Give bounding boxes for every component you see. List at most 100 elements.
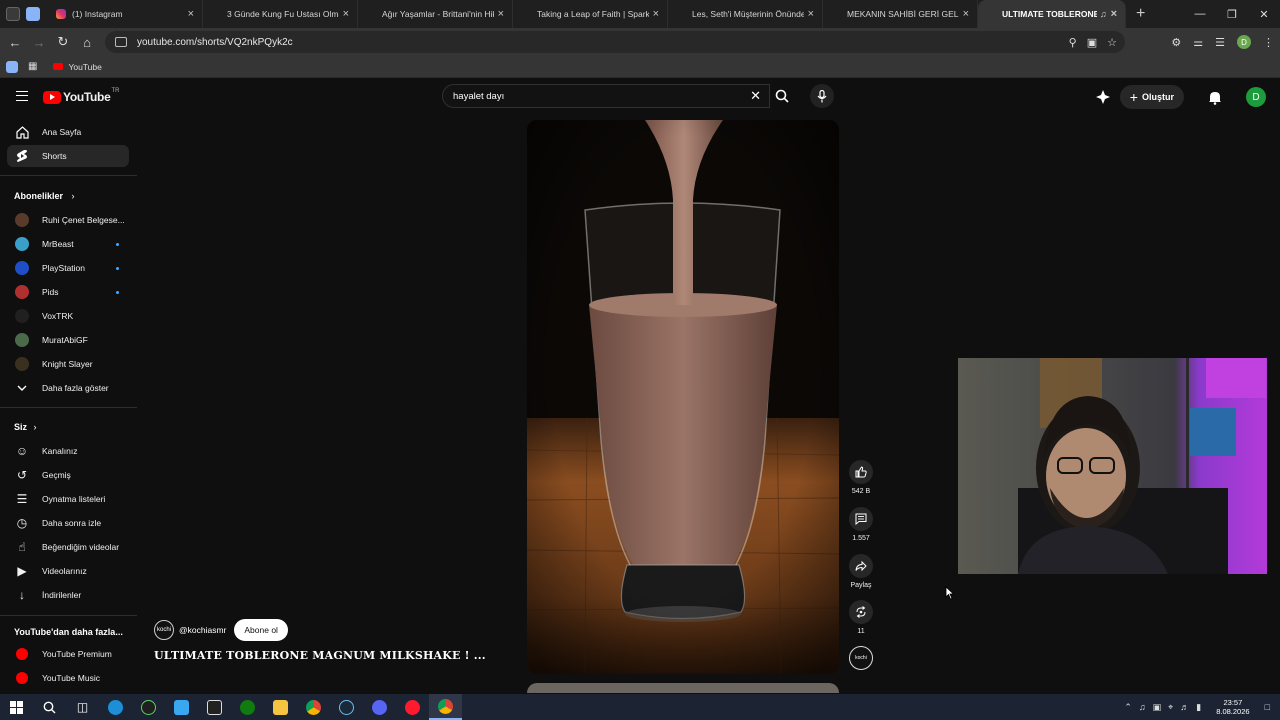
- sidebar-subscription[interactable]: PlayStation: [7, 257, 129, 279]
- share-icon[interactable]: [849, 554, 873, 578]
- extensions-icon[interactable]: ⚙: [1171, 36, 1181, 49]
- remix-action[interactable]: 11: [849, 600, 873, 635]
- zoom-icon[interactable]: ⚲: [1069, 36, 1077, 49]
- subscribe-button[interactable]: Abone ol: [234, 619, 288, 641]
- close-tab-icon[interactable]: ×: [498, 8, 504, 20]
- clear-search-icon[interactable]: ✕: [750, 88, 761, 104]
- bookmark-star-icon[interactable]: ☆: [1107, 36, 1117, 49]
- account-avatar[interactable]: D: [1246, 87, 1266, 107]
- task-view-icon[interactable]: ◫: [66, 694, 99, 720]
- sidebar-item-liked[interactable]: ☝ Beğendiğim videolar: [7, 536, 129, 558]
- app-green-icon[interactable]: [132, 694, 165, 720]
- minimize-button[interactable]: —: [1184, 8, 1216, 20]
- tab-audio-icon[interactable]: ♫: [1100, 9, 1107, 19]
- chrome-active-icon[interactable]: [429, 694, 462, 720]
- you-heading[interactable]: Siz ›: [14, 422, 37, 432]
- sidebar-item-youtube-music[interactable]: YouTube Music: [7, 667, 129, 689]
- reading-list-icon[interactable]: ☰: [1215, 36, 1225, 49]
- menu-icon[interactable]: ⋮: [1263, 36, 1274, 49]
- close-tab-icon[interactable]: ×: [188, 8, 194, 20]
- pinned-tab-icon[interactable]: [26, 7, 40, 21]
- apps-icon[interactable]: ▦: [28, 61, 37, 72]
- browser-tab[interactable]: Ağır Yaşamlar - Brittani'nin Hik ×: [358, 0, 513, 28]
- xbox-icon[interactable]: [231, 694, 264, 720]
- profile-avatar[interactable]: D: [1237, 35, 1251, 49]
- like-action[interactable]: 542 B: [849, 460, 873, 495]
- sidebar-item-playlist[interactable]: ☰ Oynatma listeleri: [7, 488, 129, 510]
- close-tab-icon[interactable]: ×: [653, 8, 659, 20]
- channel-handle[interactable]: @kochiasmr: [179, 625, 226, 635]
- browser-tab[interactable]: MEKANIN SAHİBİ GERİ GELDİ ×: [823, 0, 978, 28]
- next-short-preview[interactable]: [527, 683, 839, 693]
- sidebar-subscription[interactable]: Ruhi Çenet Belgese...: [7, 209, 129, 231]
- thumb-up-icon[interactable]: [849, 460, 873, 484]
- sidebar-subscription[interactable]: MuratAbiGF: [7, 329, 129, 351]
- home-button[interactable]: ⌂: [75, 35, 99, 50]
- voice-search-button[interactable]: [810, 84, 834, 108]
- epic-games-icon[interactable]: [198, 694, 231, 720]
- create-button[interactable]: + Oluştur: [1119, 85, 1184, 109]
- sidebar-show-more[interactable]: Daha fazla göster: [7, 377, 129, 399]
- short-title[interactable]: ULTIMATE TOBLERONE MAGNUM MILKSHAKE ! ..…: [154, 649, 486, 662]
- translate-icon[interactable]: ⚌: [1193, 36, 1203, 49]
- close-tab-icon[interactable]: ×: [343, 8, 349, 20]
- cast-icon[interactable]: ▣: [1087, 36, 1097, 49]
- site-info-icon[interactable]: [115, 37, 127, 47]
- channel-avatar[interactable]: kochi: [154, 620, 174, 640]
- sidebar-item-your-videos[interactable]: ▶ Videolarınız: [7, 560, 129, 582]
- network-icon[interactable]: ⌖: [1168, 702, 1173, 713]
- sidebar-item-home[interactable]: Ana Sayfa: [7, 121, 129, 143]
- opera-icon[interactable]: [396, 694, 429, 720]
- search-input[interactable]: hayalet dayı ✕: [442, 84, 770, 108]
- search-query-text[interactable]: hayalet dayı: [453, 91, 504, 102]
- close-tab-icon[interactable]: ×: [808, 8, 814, 20]
- comment-action[interactable]: 1.557: [849, 507, 873, 542]
- new-tab-button[interactable]: +: [1126, 5, 1155, 23]
- sidebar-subscription[interactable]: VoxTRK: [7, 305, 129, 327]
- sidebar-item-shorts[interactable]: Shorts: [7, 145, 129, 167]
- restore-button[interactable]: ❐: [1216, 8, 1248, 21]
- chrome-icon[interactable]: [297, 694, 330, 720]
- bookmark-youtube[interactable]: YouTube: [53, 62, 102, 72]
- share-action[interactable]: Paylaş: [849, 554, 873, 589]
- sidebar-subscription[interactable]: Pids: [7, 281, 129, 303]
- menu-hamburger-icon[interactable]: [16, 91, 28, 101]
- close-tab-icon[interactable]: ×: [1111, 8, 1117, 20]
- battery-icon[interactable]: ▮: [1196, 702, 1201, 713]
- notifications-icon[interactable]: □: [1265, 702, 1270, 712]
- discord-icon[interactable]: [363, 694, 396, 720]
- tray-overflow-icon[interactable]: ⌃: [1124, 702, 1132, 713]
- shorts-video-player[interactable]: [527, 120, 839, 674]
- file-explorer-icon[interactable]: [264, 694, 297, 720]
- search-button[interactable]: [770, 84, 794, 108]
- subscriptions-heading[interactable]: Abonelikler ›: [14, 191, 75, 201]
- comment-icon[interactable]: [849, 507, 873, 531]
- tab-groups-icon[interactable]: [6, 60, 18, 73]
- browser-tab[interactable]: 3 Günde Kung Fu Ustası Olmak ×: [203, 0, 358, 28]
- display-tray-icon[interactable]: ▣: [1153, 702, 1162, 713]
- youtube-logo[interactable]: YouTube TR: [43, 88, 119, 104]
- sidebar-item-download[interactable]: ↓ İndirilenler: [7, 584, 129, 606]
- sidebar-subscription[interactable]: Knight Slayer: [7, 353, 129, 375]
- browser-tab[interactable]: ULTIMATE TOBLERONE ♫ ×: [978, 0, 1126, 28]
- sidebar-subscription[interactable]: MrBeast: [7, 233, 129, 255]
- browser-tab[interactable]: Taking a Leap of Faith | Sparks ×: [513, 0, 668, 28]
- sound-disc-icon[interactable]: kochi: [849, 646, 873, 670]
- close-window-button[interactable]: ✕: [1248, 8, 1280, 21]
- start-button[interactable]: [0, 694, 33, 720]
- omnibox[interactable]: youtube.com/shorts/VQ2nkPQyk2c ⚲ ▣ ☆: [105, 31, 1125, 53]
- sound-action[interactable]: kochi: [849, 646, 873, 670]
- microphone-tray-icon[interactable]: ♫: [1139, 702, 1146, 712]
- store-icon[interactable]: [165, 694, 198, 720]
- forward-button[interactable]: →: [27, 35, 51, 50]
- sidebar-item-youtube-premium[interactable]: YouTube Premium: [7, 643, 129, 665]
- notifications-bell-icon[interactable]: [1208, 90, 1222, 105]
- back-button[interactable]: ←: [3, 35, 27, 50]
- tab-actions-icon[interactable]: [6, 7, 20, 21]
- volume-icon[interactable]: ♬: [1180, 702, 1189, 712]
- edge-browser-icon[interactable]: [99, 694, 132, 720]
- sidebar-item-watch-later[interactable]: ◷ Daha sonra izle: [7, 512, 129, 534]
- sidebar-item-channel[interactable]: ☺ Kanalınız: [7, 440, 129, 462]
- close-tab-icon[interactable]: ×: [963, 8, 969, 20]
- browser-tab[interactable]: Les, Seth'i Müşterinin Önünde ×: [668, 0, 823, 28]
